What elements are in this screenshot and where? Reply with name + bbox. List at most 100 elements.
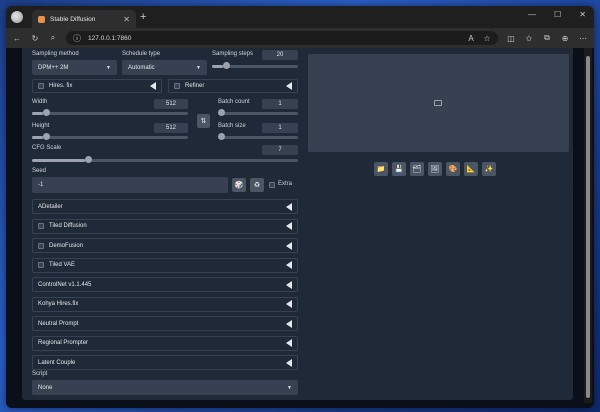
collapse-arrow-icon[interactable] — [286, 261, 292, 269]
cfg-scale-slider[interactable] — [32, 156, 298, 163]
favorite-star-icon[interactable]: ☆ — [482, 34, 492, 43]
enable-checkbox[interactable] — [38, 223, 44, 229]
accordion-label: Neutral Prompt — [38, 320, 79, 327]
chevron-down-icon: ▼ — [196, 64, 201, 71]
more-menu-icon[interactable]: ⋯ — [578, 34, 588, 43]
collapse-arrow-icon[interactable] — [286, 202, 292, 211]
send-to-extras-icon[interactable]: 📐 — [464, 162, 478, 176]
sampling-steps-slider[interactable] — [212, 62, 298, 69]
favicon-icon — [38, 15, 45, 23]
accordion-latent-couple[interactable]: Latent Couple — [32, 355, 298, 370]
hires-fix-label: Hires. fix — [49, 83, 73, 89]
zip-icon[interactable]: 🗂 — [410, 162, 424, 176]
random-seed-dice-icon[interactable]: 🎲 — [232, 178, 246, 192]
extra-checkbox[interactable] — [269, 182, 275, 188]
image-placeholder-icon — [434, 100, 442, 106]
search-icon[interactable]: ⌕ — [48, 33, 58, 43]
slider-fill — [32, 136, 43, 139]
slider-thumb[interactable] — [42, 133, 50, 140]
accordion-label: Regional Prompter — [38, 340, 89, 346]
width-label: Width — [32, 99, 48, 105]
collapse-arrow-icon[interactable] — [286, 300, 292, 308]
script-select[interactable]: None ▼ — [32, 380, 298, 395]
send-to-img2img-icon[interactable]: 🖼 — [428, 162, 442, 176]
browser-tab[interactable]: Stable Diffusion ✕ — [32, 10, 136, 28]
extensions-icon[interactable]: ⧉ — [542, 33, 552, 43]
favorites-icon[interactable]: ✩ — [524, 34, 534, 43]
folder-icon[interactable]: 📁 — [374, 162, 388, 176]
collapse-arrow-icon[interactable] — [286, 222, 292, 230]
reload-icon[interactable]: ↻ — [30, 34, 40, 43]
accordion-controlnet-v1-1-445[interactable]: ControlNet v1.1.445 — [32, 277, 298, 292]
height-label: Height — [32, 123, 50, 129]
new-tab-icon[interactable]: + — [140, 11, 146, 23]
send-to-inpaint-icon[interactable]: 🎨 — [446, 162, 460, 176]
collapse-arrow-icon[interactable] — [286, 241, 292, 250]
close-window-icon[interactable]: ✕ — [579, 10, 586, 19]
magic-icon[interactable]: ✨ — [482, 162, 496, 176]
slider-thumb[interactable] — [218, 133, 225, 140]
accordion-tiled-vae[interactable]: Tiled VAE — [32, 257, 298, 273]
slider-thumb[interactable] — [218, 109, 225, 116]
height-slider[interactable] — [32, 133, 188, 140]
script-label: Script — [32, 371, 48, 377]
collapse-arrow-icon[interactable] — [286, 358, 292, 367]
page-scrollbar[interactable] — [584, 48, 592, 403]
refiner-accordion[interactable]: Refiner — [168, 79, 298, 93]
accordion-regional-prompter[interactable]: Regional Prompter — [32, 335, 298, 351]
hires-fix-checkbox[interactable] — [38, 83, 44, 89]
swap-dimensions-button[interactable]: ⇅ — [197, 114, 210, 128]
accordion-demofusion[interactable]: DemoFusion — [32, 238, 298, 253]
accordion-neutral-prompt[interactable]: Neutral Prompt — [32, 316, 298, 331]
accordion-label: Tiled Diffusion — [49, 223, 87, 229]
schedule-type-label: Schedule type — [122, 51, 161, 57]
width-input[interactable]: 512 — [154, 99, 188, 109]
chevron-down-icon: ▼ — [106, 64, 111, 71]
back-icon[interactable]: ← — [12, 34, 22, 43]
seed-input[interactable]: -1 — [32, 177, 228, 193]
enable-checkbox[interactable] — [38, 242, 44, 249]
accordion-label: Kohya Hires.fix — [38, 301, 79, 307]
height-input[interactable]: 512 — [154, 123, 188, 133]
collapse-arrow-icon[interactable] — [286, 82, 292, 90]
batch-size-slider[interactable] — [218, 133, 298, 140]
collapse-arrow-icon[interactable] — [286, 339, 292, 347]
accordion-tiled-diffusion[interactable]: Tiled Diffusion — [32, 218, 298, 234]
collapse-arrow-icon[interactable] — [286, 280, 292, 289]
info-icon[interactable]: ⓘ — [72, 33, 82, 44]
accordion-adetailer[interactable]: ADetailer — [32, 199, 298, 214]
read-aloud-icon[interactable]: A — [466, 34, 476, 43]
collapse-arrow-icon[interactable] — [150, 82, 156, 90]
cfg-scale-input[interactable]: 7 — [262, 145, 298, 155]
close-tab-icon[interactable]: ✕ — [123, 15, 130, 24]
slider-thumb[interactable] — [42, 109, 50, 116]
window-controls: — ☐ ✕ — [528, 10, 586, 19]
reuse-seed-recycle-icon[interactable]: ♻ — [250, 178, 264, 192]
save-icon[interactable]: 💾 — [392, 162, 406, 176]
batch-count-input[interactable]: 1 — [262, 99, 298, 109]
slider-fill — [212, 65, 224, 68]
sampling-steps-input[interactable]: 20 — [262, 50, 298, 60]
output-image-preview[interactable] — [308, 54, 569, 152]
accordion-kohya-hires-fix[interactable]: Kohya Hires.fix — [32, 296, 298, 312]
address-bar[interactable]: ⓘ 127.0.0.1:7860 A ☆ — [66, 31, 498, 45]
collections-icon[interactable]: ⊕ — [560, 34, 570, 43]
collapse-arrow-icon[interactable] — [286, 319, 292, 328]
batch-count-slider[interactable] — [218, 109, 298, 116]
slider-thumb[interactable] — [85, 156, 93, 163]
scrollbar-thumb[interactable] — [586, 56, 590, 398]
enable-checkbox[interactable] — [38, 262, 44, 268]
sampling-steps-label: Sampling steps — [212, 51, 254, 57]
seed-label: Seed — [32, 168, 47, 174]
profile-avatar[interactable] — [11, 11, 23, 23]
batch-size-input[interactable]: 1 — [262, 123, 298, 133]
slider-thumb[interactable] — [223, 62, 231, 69]
split-screen-icon[interactable]: ◫ — [506, 34, 516, 43]
minimize-icon[interactable]: — — [528, 10, 536, 19]
maximize-icon[interactable]: ☐ — [554, 10, 561, 19]
schedule-type-select[interactable]: Automatic ▼ — [122, 60, 207, 75]
sampling-method-select[interactable]: DPM++ 2M ▼ — [32, 60, 117, 75]
refiner-checkbox[interactable] — [174, 83, 180, 89]
hires-fix-accordion[interactable]: Hires. fix — [32, 79, 162, 93]
width-slider[interactable] — [32, 109, 188, 116]
